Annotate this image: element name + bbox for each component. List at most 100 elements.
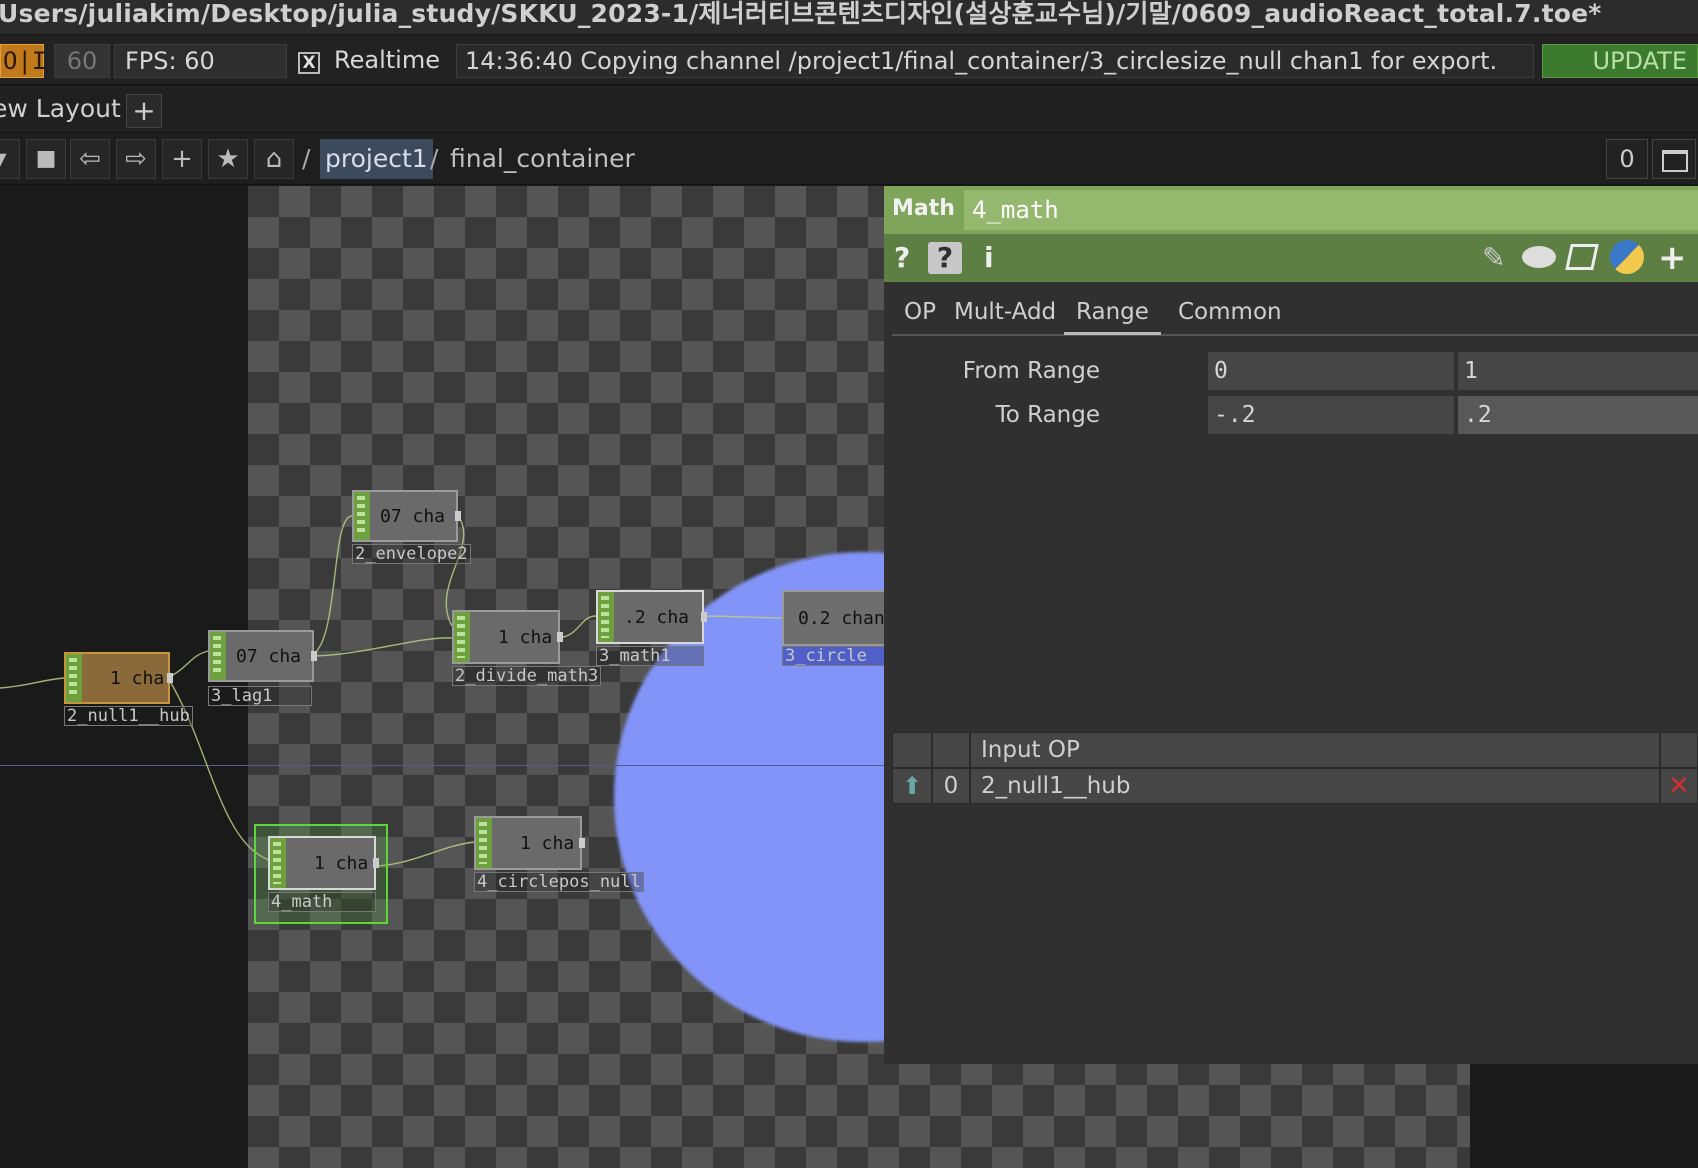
remove-icon[interactable]: ✕ [1660, 768, 1698, 804]
up-arrow-icon[interactable]: ⬆ [892, 768, 932, 804]
wire [699, 615, 785, 619]
node-value: 1 cha [110, 667, 165, 689]
tab-op[interactable]: OP [892, 296, 948, 332]
node-label[interactable]: 3_lag1 [208, 686, 312, 706]
input-op-value-field[interactable]: 2_null1__hub [970, 768, 1660, 804]
output-connector[interactable] [311, 651, 317, 662]
tab-common[interactable]: Common [1166, 296, 1294, 332]
node-label[interactable]: 2_null1__hub [64, 706, 193, 726]
layout-tab-new-layout[interactable]: ew Layout [0, 94, 121, 123]
wire [309, 637, 453, 657]
star-icon[interactable]: ★ [208, 139, 248, 179]
wire [309, 515, 353, 657]
input-op-table: Input OP ⬆ 0 2_null1__hub ✕ [892, 732, 1698, 804]
output-connector[interactable] [579, 838, 585, 848]
network-zoom-field[interactable]: 0 [1606, 139, 1648, 179]
to-range-max-field[interactable]: .2 [1458, 396, 1698, 434]
python-help-icon[interactable]: ? [928, 242, 962, 274]
node-label[interactable]: 4_math [268, 892, 376, 912]
tab-range[interactable]: Range [1064, 296, 1161, 335]
back-arrow-icon[interactable]: ⇦ [70, 139, 110, 179]
input-connector[interactable] [454, 612, 470, 662]
to-range-min-field[interactable]: -.2 [1208, 396, 1454, 434]
update-button[interactable]: UPDATE [1542, 44, 1698, 78]
wire [557, 615, 597, 639]
node-value: 1 cha [314, 852, 369, 874]
node-value: 1 cha [498, 626, 553, 648]
breadcrumb-separator: / [302, 144, 311, 173]
output-connector[interactable] [455, 511, 461, 522]
window-titlebar: Users/juliakim/Desktop/julia_study/SKKU_… [0, 0, 1698, 34]
add-layout-button[interactable]: + [126, 94, 162, 128]
stop-icon[interactable]: ■ [26, 139, 66, 179]
parameter-panel: Math 4_math ? ? i ✎ + OP Mult-Add Range … [884, 186, 1698, 1064]
input-op-header: Input OP [970, 732, 1660, 768]
network-empty-area [1470, 1064, 1698, 1168]
fps-target-field[interactable]: 60 [54, 44, 110, 78]
info-icon[interactable]: i [984, 242, 994, 274]
input-connector[interactable] [354, 492, 370, 540]
forward-arrow-icon[interactable]: ⇨ [116, 139, 156, 179]
operator-type: Math [892, 196, 955, 221]
menu-chevron-icon[interactable]: ▾ [0, 139, 20, 179]
node-4-math[interactable]: 1 cha [268, 836, 379, 890]
comment-icon[interactable] [1522, 246, 1556, 268]
realtime-checkbox[interactable]: X [298, 52, 320, 74]
edit-pencil-icon[interactable]: ✎ [1482, 242, 1505, 274]
output-connector[interactable] [557, 632, 563, 642]
node-2-envelope2[interactable]: 07 cha [352, 490, 461, 542]
node-value: 07 cha [380, 505, 446, 527]
tab-mult-add[interactable]: Mult-Add [942, 296, 1068, 332]
to-range-label: To Range [995, 402, 1100, 428]
input-connector[interactable] [270, 838, 286, 888]
oi-toggle[interactable]: O|I [0, 44, 46, 78]
breadcrumb-project1[interactable]: project1 [320, 139, 433, 179]
param-header: Math 4_math [884, 186, 1698, 234]
breadcrumb-final-container[interactable]: final_container [450, 144, 635, 173]
node-label[interactable]: 2_divide_math3 [452, 666, 602, 686]
network-nav-bar: ▾ ■ ⇦ ⇨ + ★ ⌂ / project1 / final_contain… [0, 134, 1698, 185]
node-label[interactable]: 2_envelope2 [352, 544, 471, 564]
from-range-label: From Range [962, 358, 1100, 384]
input-connector[interactable] [210, 632, 226, 680]
output-connector[interactable] [167, 673, 173, 684]
status-bar: O|I 60 FPS: 60 X Realtime 14:36:40 Copyi… [0, 36, 1698, 85]
python-icon[interactable] [1610, 240, 1644, 274]
param-tabs: OP Mult-Add Range Common [892, 294, 1698, 336]
home-icon[interactable]: ⌂ [254, 139, 294, 179]
node-3-lag1[interactable]: 07 cha [208, 630, 317, 682]
table-header-cell [892, 732, 932, 768]
node-2-null1-hub[interactable]: 1 cha [64, 652, 173, 704]
help-icon[interactable]: ? [894, 242, 910, 274]
add-icon[interactable]: + [1658, 241, 1687, 275]
wire [0, 677, 65, 689]
node-value: 07 cha [236, 645, 302, 667]
input-connector[interactable] [66, 654, 82, 702]
node-label[interactable]: 3_math1 [596, 646, 704, 666]
from-range-min-field[interactable]: 0 [1208, 352, 1454, 390]
breadcrumb-separator: / [430, 144, 439, 173]
table-header-cell [1660, 732, 1698, 768]
clone-icon[interactable] [1565, 244, 1599, 270]
node-2-divide-math3[interactable]: 1 cha [452, 610, 563, 664]
table-header-cell [932, 732, 970, 768]
operator-name-field[interactable]: 4_math [964, 190, 1698, 230]
from-range-max-field[interactable]: 1 [1458, 352, 1698, 390]
node-value: 0.2 chan [798, 607, 885, 629]
input-row-index: 0 [932, 768, 970, 804]
output-connector[interactable] [701, 612, 707, 622]
node-3-circlesize-null[interactable]: 0.2 chan [782, 590, 892, 646]
input-connector[interactable] [598, 592, 614, 642]
node-4-circlepos-null[interactable]: 1 cha [474, 816, 585, 870]
maximize-icon[interactable] [1652, 139, 1696, 179]
layout-bar: ew Layout + [0, 86, 1698, 133]
node-value: .2 cha [624, 606, 690, 628]
add-icon[interactable]: + [162, 139, 202, 179]
wire [167, 650, 209, 679]
window-title: Users/juliakim/Desktop/julia_study/SKKU_… [0, 0, 1602, 28]
node-3-math1[interactable]: .2 cha [596, 590, 707, 644]
node-label[interactable]: 3_circle [782, 646, 892, 666]
input-connector[interactable] [476, 818, 492, 868]
output-connector[interactable] [373, 858, 379, 868]
node-label[interactable]: 4_circlepos_null [474, 872, 644, 892]
